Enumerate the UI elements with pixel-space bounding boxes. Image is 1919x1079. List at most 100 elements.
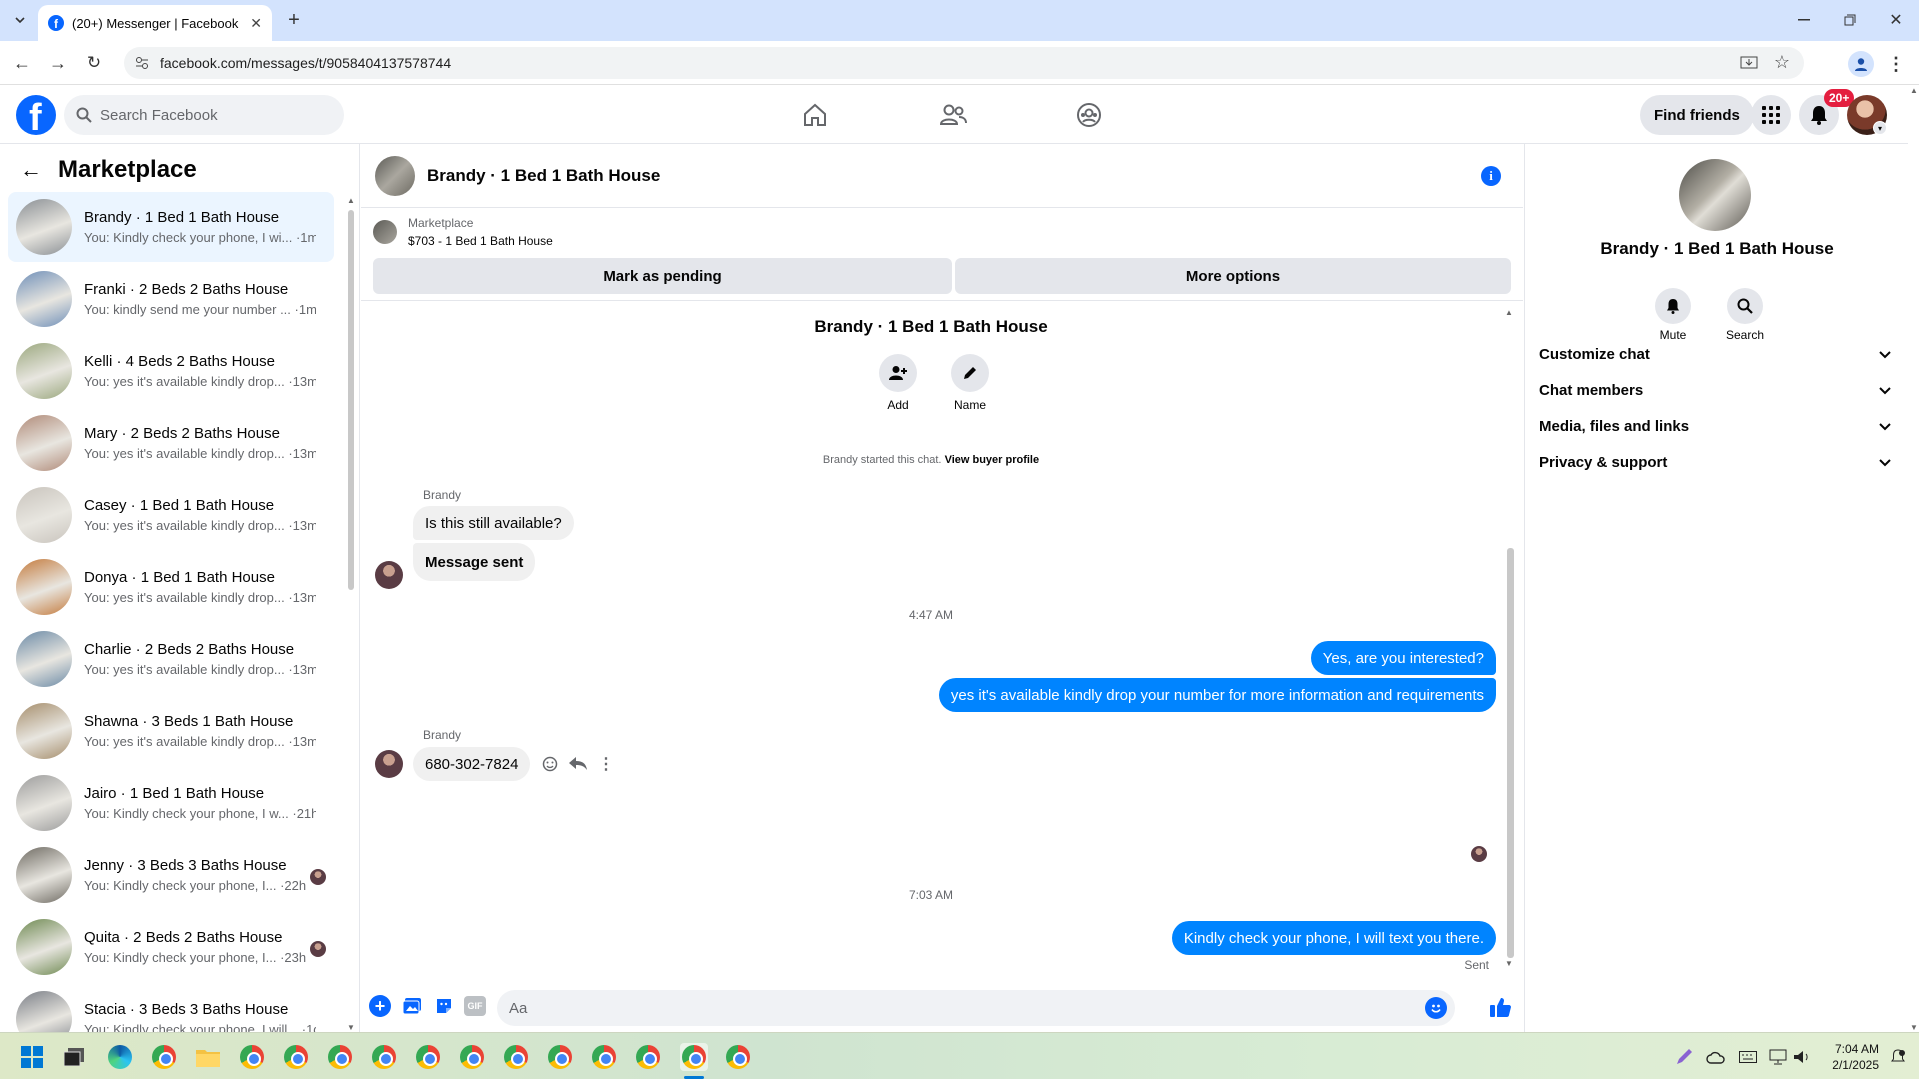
account-chevron-icon[interactable]: ▾ — [1873, 121, 1887, 135]
details-section[interactable]: Customize chat — [1539, 334, 1891, 374]
sender-avatar[interactable] — [375, 561, 403, 589]
conversation-item[interactable]: Shawna · 3 Beds 1 Bath House You: yes it'… — [8, 696, 334, 766]
conversation-item[interactable]: Quita · 2 Beds 2 Baths House You: Kindly … — [8, 912, 334, 982]
more-options-button[interactable]: More options — [955, 258, 1511, 294]
chrome-icon[interactable] — [546, 1043, 574, 1071]
windows-start-icon[interactable] — [18, 1043, 46, 1071]
details-avatar[interactable] — [1679, 159, 1751, 231]
find-friends-button[interactable]: Find friends — [1640, 95, 1754, 135]
conversation-item[interactable]: Stacia · 3 Beds 3 Baths House You: Kindly… — [8, 984, 334, 1032]
bookmark-star-icon[interactable]: ☆ — [1774, 52, 1790, 73]
home-icon[interactable] — [800, 100, 830, 130]
conversation-item[interactable]: Kelli · 4 Beds 2 Baths House You: yes it'… — [8, 336, 334, 406]
conversation-item[interactable]: Mary · 2 Beds 2 Baths House You: yes it's… — [8, 408, 334, 478]
chrome-icon[interactable] — [634, 1043, 662, 1071]
page-scrollbar[interactable]: ▲ ▼ — [1908, 86, 1919, 1032]
conversation-item[interactable]: Casey · 1 Bed 1 Bath House You: yes it's … — [8, 480, 334, 550]
chrome-icon[interactable] — [238, 1043, 266, 1071]
sender-avatar[interactable] — [375, 750, 403, 778]
notification-center-icon[interactable] — [1884, 1043, 1912, 1071]
friends-icon[interactable] — [938, 100, 968, 130]
chat-avatar[interactable] — [375, 155, 415, 196]
conversation-text: Jenny · 3 Beds 3 Baths House You: Kindly … — [84, 857, 316, 893]
system-clock[interactable]: 7:04 AM 2/1/2025 — [1832, 1041, 1879, 1073]
pencil-icon[interactable] — [951, 354, 989, 392]
emoji-icon[interactable] — [1425, 997, 1447, 1019]
file-explorer-icon[interactable] — [194, 1043, 222, 1071]
back-arrow-icon[interactable]: ← — [20, 157, 42, 183]
add-person-icon[interactable] — [879, 354, 917, 392]
chrome-active-icon[interactable] — [680, 1043, 708, 1071]
groups-icon[interactable] — [1074, 100, 1104, 130]
info-icon[interactable]: i — [1481, 166, 1501, 186]
details-section[interactable]: Chat members — [1539, 370, 1891, 410]
reload-icon[interactable]: ↻ — [82, 51, 106, 75]
install-app-icon[interactable] — [1740, 54, 1758, 75]
conversation-item[interactable]: Donya · 1 Bed 1 Bath House You: yes it's … — [8, 552, 334, 622]
address-bar[interactable]: facebook.com/messages/t/9058404137578744… — [124, 47, 1804, 79]
close-tab-icon[interactable]: ✕ — [250, 15, 262, 32]
view-buyer-profile-link[interactable]: View buyer profile — [945, 454, 1040, 466]
chrome-icon[interactable] — [458, 1043, 486, 1071]
mute-bell-icon[interactable] — [1655, 288, 1691, 324]
back-icon[interactable]: ← — [10, 51, 34, 75]
sidebar-scrollbar[interactable]: ▲ ▼ — [346, 196, 356, 1032]
conversation-item[interactable]: Brandy · 1 Bed 1 Bath House You: Kindly c… — [8, 192, 334, 262]
forward-icon[interactable]: → — [46, 51, 70, 75]
close-window-icon[interactable]: ✕ — [1884, 10, 1908, 30]
browser-menu-icon[interactable]: ⋮ — [1886, 51, 1906, 77]
edge-icon[interactable] — [106, 1043, 134, 1071]
chrome-icon[interactable] — [414, 1043, 442, 1071]
gif-icon[interactable]: GIF — [464, 996, 486, 1016]
site-info-icon[interactable] — [134, 55, 150, 74]
photo-icon[interactable] — [401, 995, 423, 1017]
chrome-icon[interactable] — [370, 1043, 398, 1071]
details-section[interactable]: Privacy & support — [1539, 442, 1891, 482]
conversation-item[interactable]: Jenny · 3 Beds 3 Baths House You: Kindly … — [8, 840, 334, 910]
incoming-message[interactable]: 680-302-7824 — [413, 747, 531, 781]
conversation-item[interactable]: Charlie · 2 Beds 2 Baths House You: yes i… — [8, 624, 334, 694]
pen-icon[interactable] — [1670, 1043, 1698, 1071]
conversation-item[interactable]: Jairo · 1 Bed 1 Bath House You: Kindly ch… — [8, 768, 334, 838]
minimize-icon[interactable] — [1792, 10, 1816, 30]
chrome-icon[interactable] — [724, 1043, 752, 1071]
conversation-item[interactable]: Franki · 2 Beds 2 Baths House You: kindly… — [8, 264, 334, 334]
more-actions-icon[interactable]: ⋮ — [595, 753, 617, 775]
chrome-icon[interactable] — [326, 1043, 354, 1071]
chat-scrollbar[interactable]: ▲ ▼ — [1505, 308, 1517, 968]
chrome-icon[interactable] — [502, 1043, 530, 1071]
incoming-message[interactable]: Is this still available? — [413, 506, 574, 540]
listing-title[interactable]: $703 - 1 Bed 1 Bath House — [408, 234, 553, 248]
outgoing-message[interactable]: yes it's available kindly drop your numb… — [938, 678, 1496, 712]
reply-icon[interactable] — [567, 753, 589, 775]
outgoing-message[interactable]: Kindly check your phone, I will text you… — [1171, 921, 1496, 955]
volume-icon[interactable] — [1788, 1043, 1816, 1071]
keyboard-icon[interactable] — [1734, 1043, 1762, 1071]
restore-icon[interactable] — [1838, 10, 1862, 30]
details-section[interactable]: Media, files and links — [1539, 406, 1891, 446]
facebook-search[interactable]: Search Facebook — [64, 95, 344, 135]
facebook-logo[interactable]: f — [16, 95, 56, 135]
message-input[interactable]: Aa — [497, 990, 1455, 1026]
profile-icon[interactable] — [1848, 51, 1874, 77]
chrome-icon[interactable] — [590, 1043, 618, 1071]
details-section-label: Customize chat — [1539, 345, 1650, 363]
listing-thumbnail[interactable] — [373, 220, 397, 244]
chrome-icon[interactable] — [150, 1043, 178, 1071]
more-attachments-icon[interactable]: + — [369, 995, 391, 1017]
new-tab-icon[interactable]: + — [282, 8, 306, 32]
browser-tab[interactable]: f (20+) Messenger | Facebook ✕ — [38, 5, 272, 41]
search-conversation-icon[interactable] — [1727, 288, 1763, 324]
thumbs-up-icon[interactable] — [1487, 994, 1513, 1020]
mark-as-pending-button[interactable]: Mark as pending — [373, 258, 952, 294]
menu-grid-icon[interactable] — [1751, 95, 1791, 135]
react-emoji-icon[interactable] — [539, 753, 561, 775]
incoming-message[interactable]: Message sent — [413, 543, 536, 581]
outgoing-message[interactable]: Yes, are you interested? — [1310, 641, 1496, 675]
chrome-icon[interactable] — [282, 1043, 310, 1071]
tab-search-icon[interactable] — [8, 8, 32, 32]
sticker-icon[interactable] — [433, 995, 455, 1017]
chat-title[interactable]: Brandy · 1 Bed 1 Bath House — [427, 166, 660, 186]
cloud-icon[interactable] — [1702, 1043, 1730, 1071]
task-view-icon[interactable] — [60, 1043, 88, 1071]
